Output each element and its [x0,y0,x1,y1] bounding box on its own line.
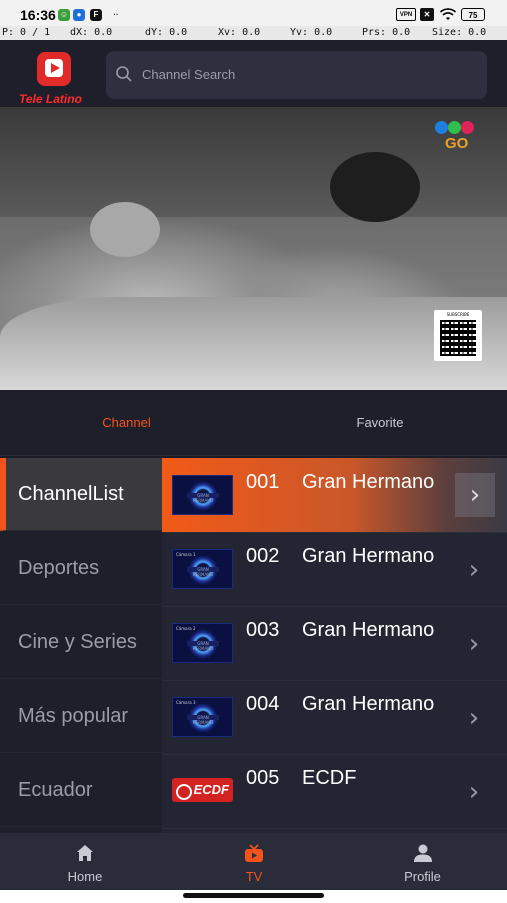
tab-channel[interactable]: Channel [0,390,253,456]
channel-tabs: Channel Favorite [0,390,507,456]
channel-thumbnail: Cámara 2 GRAN HERMANO [172,623,233,663]
channel-row[interactable]: ECDF 005 ECDF › [162,754,507,829]
bug-go-text: GO [445,135,469,152]
chevron-right-icon[interactable]: › [462,626,486,662]
nav-profile[interactable]: Profile [338,833,507,890]
channel-row[interactable]: Cámara 2 GRAN HERMANO 003 Gran Hermano › [162,606,507,681]
pointer-xv: Xv: 0.0 [218,27,261,38]
nav-profile-label: Profile [404,869,441,884]
nav-tv-label: TV [245,869,263,884]
chevron-right-icon[interactable]: › [462,700,486,736]
channel-search-box[interactable] [106,51,487,99]
home-indicator[interactable] [183,893,324,898]
thumbnail-caption: GRAN HERMANO [192,715,214,725]
chevron-right-icon[interactable]: › [462,774,486,810]
play-logo-icon [37,52,71,86]
category-deportes[interactable]: Deportes [0,532,162,605]
video-frame-person [90,202,160,257]
pointer-yv: Yv: 0.0 [290,27,333,38]
video-player[interactable]: GO SUBSCRIBE [0,107,507,390]
nav-home-label: Home [67,869,103,884]
chevron-right-icon[interactable]: › [462,552,486,588]
category-mas-popular[interactable]: Más popular [0,680,162,753]
pointer-size: Size: 0.0 [432,27,487,38]
ecdf-logo: ECDF [172,778,233,802]
channel-name: Gran Hermano [302,471,435,493]
video-frame-person-2 [330,152,420,222]
tele-latino-logo[interactable]: Tele Latino [15,48,93,106]
chevron-right-icon[interactable]: › [455,473,495,517]
bug-dot-green [448,121,461,134]
channel-thumbnail: Cámara 3 GRAN HERMANO [172,697,233,737]
channel-number: 001 [246,471,280,493]
browser-notification-icon: ● [73,9,85,21]
channel-name: Gran Hermano [302,545,435,567]
nav-home[interactable]: Home [0,833,170,890]
pointer-dy: dY: 0.0 [145,27,188,38]
wifi-icon [440,8,456,20]
vpn-icon: VPN [396,8,416,21]
profile-icon [414,844,432,862]
category-ecuador[interactable]: Ecuador [0,754,162,827]
thumbnail-caption: GRAN HERMANO [192,567,214,577]
channel-list: GRAN HERMANO 001 Gran Hermano › Cámara 1… [162,458,507,833]
channel-name: Gran Hermano [302,619,435,641]
video-frame-bedding [0,297,507,390]
pointer-count: P: 0 / 1 [2,27,51,38]
more-notifications-icon: ·· [113,10,119,19]
category-channel-list[interactable]: ChannelList [0,458,162,531]
qr-pattern [440,320,476,356]
app-notification-icon: ☺ [58,9,70,21]
tab-favorite[interactable]: Favorite [253,390,507,456]
channel-thumbnail: GRAN HERMANO [172,475,233,515]
tv-icon [245,844,263,862]
channel-row[interactable]: Cámara 3 GRAN HERMANO 004 Gran Hermano › [162,680,507,755]
logo-text: Tele Latino [19,92,82,106]
battery-icon: 75 [461,8,485,21]
home-icon [77,845,93,861]
battery-level: 75 [468,11,478,20]
bug-dot-pink [461,121,474,134]
thumbnail-tag: Cámara 1 [176,552,196,557]
search-icon[interactable] [115,65,133,83]
channel-number: 002 [246,545,280,567]
pointer-dx: dX: 0.0 [70,27,113,38]
qr-title: SUBSCRIBE [446,312,470,317]
category-list: ChannelList Deportes Cine y Series Más p… [0,458,162,833]
pointer-location-bar: P: 0 / 1 dX: 0.0 dY: 0.0 Xv: 0.0 Yv: 0.0… [0,26,507,40]
nav-tv[interactable]: TV [170,833,338,890]
subscribe-qr-code: SUBSCRIBE [434,310,482,361]
app-header: Tele Latino [0,40,507,107]
channel-row[interactable]: Cámara 1 GRAN HERMANO 002 Gran Hermano › [162,532,507,607]
thumbnail-tag: Cámara 3 [176,700,196,705]
bug-dot-blue [435,121,448,134]
thumbnail-caption: GRAN HERMANO [192,641,214,651]
channel-name: Gran Hermano [302,693,435,715]
mute-icon: ✕ [420,8,434,21]
channel-search-input[interactable] [142,63,472,85]
bottom-navigation: Home TV Profile [0,833,507,890]
category-cine-y-series[interactable]: Cine y Series [0,606,162,679]
channel-number: 005 [246,767,280,789]
f-notification-icon: F [90,9,102,21]
channel-watermark-logo: GO [431,119,485,153]
channel-thumbnail: Cámara 1 GRAN HERMANO [172,549,233,589]
channel-row[interactable]: GRAN HERMANO 001 Gran Hermano › [162,458,507,533]
status-time: 16:36 [20,7,56,23]
channel-number: 003 [246,619,280,641]
status-bar: 16:36 ☺ ● F ·· VPN ✕ 75 [0,0,507,26]
thumbnail-caption: GRAN HERMANO [192,493,214,503]
channel-name: ECDF [302,767,357,789]
channel-number: 004 [246,693,280,715]
thumbnail-tag: Cámara 2 [176,626,196,631]
pointer-prs: Prs: 0.0 [362,27,411,38]
